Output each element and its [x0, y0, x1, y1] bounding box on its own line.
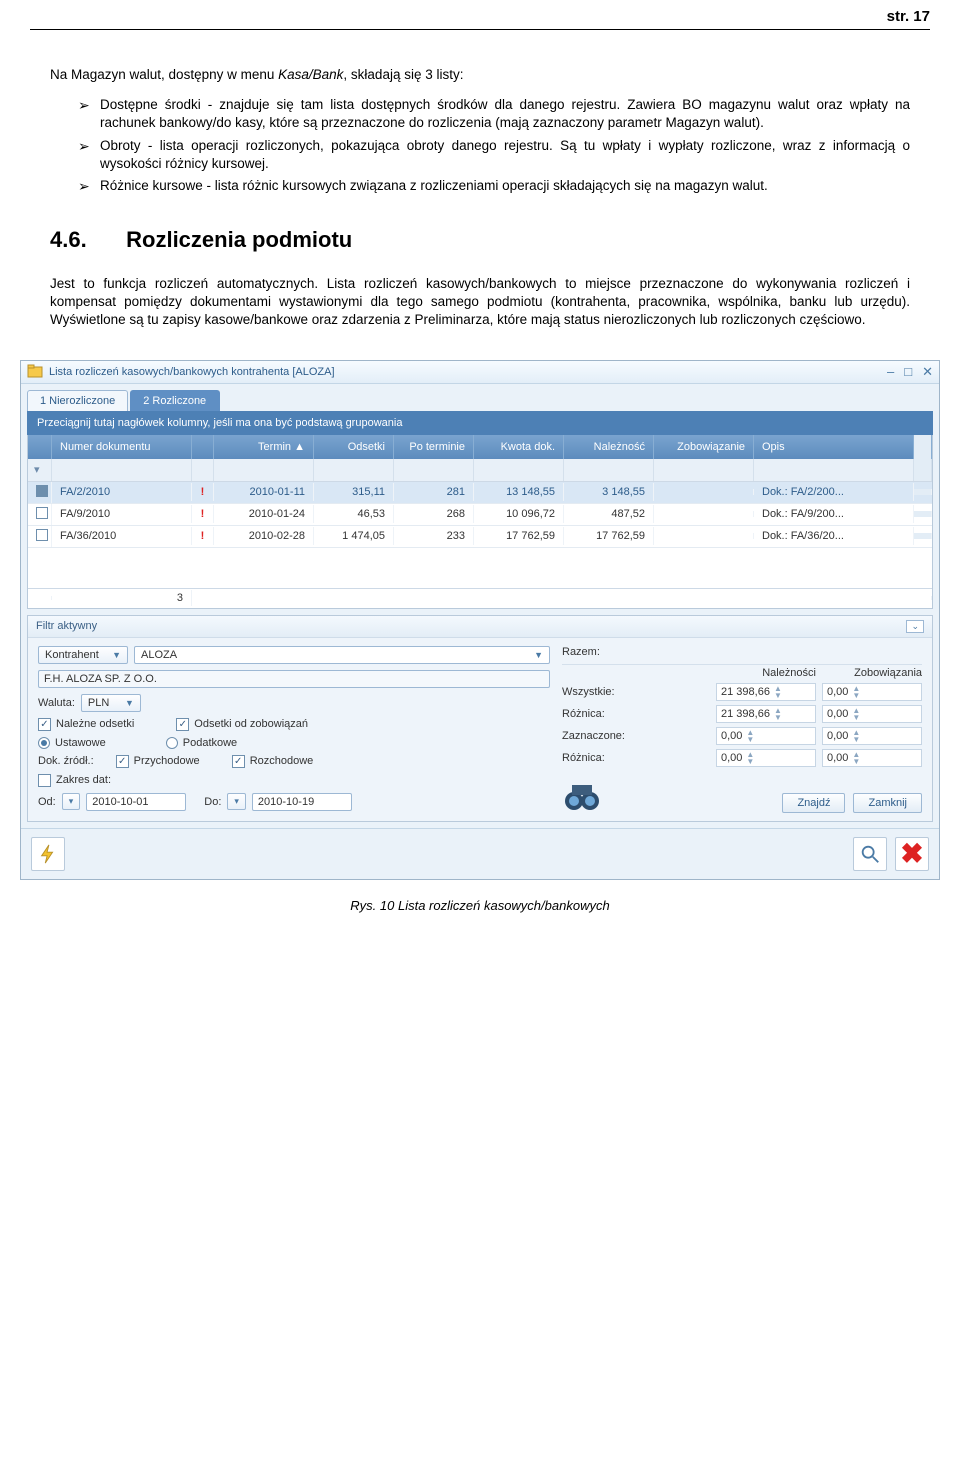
- table-row[interactable]: FA/9/2010 ! 2010-01-24 46,53 268 10 096,…: [28, 504, 932, 526]
- od-date[interactable]: 2010-10-01: [86, 793, 186, 811]
- przychodowe-check[interactable]: ✓Przychodowe: [116, 755, 200, 768]
- roznica1-nal: 21 398,66▲▼: [716, 705, 816, 723]
- do-picker[interactable]: ▾: [227, 793, 246, 810]
- row-checkbox[interactable]: [36, 529, 48, 541]
- zakres-dat-check[interactable]: Zakres dat:: [38, 774, 111, 787]
- col-odsetki[interactable]: Odsetki: [314, 435, 394, 459]
- od-picker[interactable]: ▾: [62, 793, 81, 810]
- kontrahent-combo[interactable]: Kontrahent▼: [38, 646, 128, 664]
- filter-icon[interactable]: ▾: [34, 463, 40, 476]
- section-heading: 4.6. Rozliczenia podmiotu: [50, 225, 910, 255]
- zamknij-button[interactable]: Zamknij: [853, 793, 922, 813]
- znajdz-button[interactable]: Znajdź: [782, 793, 845, 813]
- tab-rozliczone[interactable]: 2 Rozliczone: [130, 390, 220, 411]
- razem-label: Razem:: [562, 646, 600, 658]
- col-termin[interactable]: Termin ▲: [214, 435, 314, 459]
- hdr-zobowiazania: Zobowiązania: [816, 667, 922, 679]
- warning-icon: !: [201, 530, 205, 542]
- filter-kwota[interactable]: [474, 459, 564, 481]
- figure-caption: Rys. 10 Lista rozliczeń kasowych/bankowy…: [0, 898, 960, 913]
- close-button[interactable]: ✖: [895, 837, 929, 871]
- waluta-label: Waluta:: [38, 697, 75, 709]
- filter-nal[interactable]: [564, 459, 654, 481]
- lightning-icon[interactable]: [31, 837, 65, 871]
- zaznaczone-nal: 0,00▲▼: [716, 727, 816, 745]
- col-naleznosc[interactable]: Należność: [564, 435, 654, 459]
- row-checkbox[interactable]: [36, 507, 48, 519]
- page-number: str. 17: [887, 8, 930, 25]
- data-grid: Numer dokumentu Termin ▲ Odsetki Po term…: [27, 435, 933, 609]
- roznica2-nal: 0,00▲▼: [716, 749, 816, 767]
- chevron-down-icon[interactable]: ⌄: [906, 620, 924, 633]
- filter-opis[interactable]: [754, 459, 914, 481]
- ustawowe-radio[interactable]: Ustawowe: [38, 737, 106, 749]
- window-title: Lista rozliczeń kasowych/bankowych kontr…: [49, 366, 887, 378]
- filter-termin[interactable]: [214, 459, 314, 481]
- wszystkie-zob: 0,00▲▼: [822, 683, 922, 701]
- app-icon: [27, 364, 43, 380]
- filter-numer[interactable]: [52, 459, 192, 481]
- bottom-toolbar: ✖: [21, 828, 939, 879]
- kontrahent-value[interactable]: ALOZA▼: [134, 646, 550, 664]
- minimize-icon[interactable]: –: [887, 364, 894, 380]
- page-header: str. 17: [0, 0, 960, 34]
- table-row[interactable]: FA/2/2010 ! 2010-01-11 315,11 281 13 148…: [28, 482, 932, 504]
- nalezne-odsetki-check[interactable]: ✓Należne odsetki: [38, 718, 134, 731]
- grid-sum-row: 3: [28, 588, 932, 608]
- dok-zrodl-label: Dok. źródł.:: [38, 755, 94, 767]
- col-checkbox[interactable]: [28, 435, 52, 459]
- do-date[interactable]: 2010-10-19: [252, 793, 352, 811]
- kontrahent-name: F.H. ALOZA SP. Z O.O.: [38, 670, 550, 688]
- body-paragraph: Jest to funkcja rozliczeń automatycznych…: [50, 275, 910, 330]
- section-number: 4.6.: [50, 225, 120, 255]
- bullet-list: Dostępne środki - znajduje się tam lista…: [78, 96, 910, 195]
- filter-panel-header[interactable]: Filtr aktywny ⌄: [28, 616, 932, 638]
- do-label: Do:: [204, 796, 221, 808]
- tab-nierozliczone[interactable]: 1 Nierozliczone: [27, 390, 128, 411]
- row-checkbox[interactable]: [36, 485, 48, 497]
- group-by-bar[interactable]: Przeciągnij tutaj nagłówek kolumny, jeśl…: [27, 411, 933, 435]
- filter-zob[interactable]: [654, 459, 754, 481]
- odsetki-zob-check[interactable]: ✓Odsetki od zobowiązań: [176, 718, 308, 731]
- tabs-row: 1 Nierozliczone 2 Rozliczone: [21, 384, 939, 411]
- bullet-item: Obroty - lista operacji rozliczonych, po…: [78, 137, 910, 173]
- roznica1-zob: 0,00▲▼: [822, 705, 922, 723]
- col-kwota[interactable]: Kwota dok.: [474, 435, 564, 459]
- filter-panel: Filtr aktywny ⌄ Kontrahent▼ ALOZA▼ F.H. …: [27, 615, 933, 822]
- waluta-combo[interactable]: PLN▼: [81, 694, 141, 712]
- table-row[interactable]: FA/36/2010 ! 2010-02-28 1 474,05 233 17 …: [28, 526, 932, 548]
- bullet-item: Dostępne środki - znajduje się tam lista…: [78, 96, 910, 132]
- rozchodowe-check[interactable]: ✓Rozchodowe: [232, 755, 314, 768]
- titlebar: Lista rozliczeń kasowych/bankowych kontr…: [21, 361, 939, 384]
- warning-icon: !: [201, 508, 205, 520]
- app-window: Lista rozliczeń kasowych/bankowych kontr…: [20, 360, 940, 880]
- bullet-item: Różnice kursowe - lista różnic kursowych…: [78, 177, 910, 195]
- summary-grid: Należności Zobowiązania Wszystkie: 21 39…: [562, 664, 922, 769]
- podatkowe-radio[interactable]: Podatkowe: [166, 737, 237, 749]
- maximize-icon[interactable]: □: [904, 364, 912, 380]
- roznica2-zob: 0,00▲▼: [822, 749, 922, 767]
- grid-filter-row: ▾: [28, 459, 932, 482]
- wszystkie-nal: 21 398,66▲▼: [716, 683, 816, 701]
- od-label: Od:: [38, 796, 56, 808]
- grid-header: Numer dokumentu Termin ▲ Odsetki Po term…: [28, 435, 932, 459]
- filter-poterminie[interactable]: [394, 459, 474, 481]
- warning-icon: !: [201, 486, 205, 498]
- intro-paragraph: Na Magazyn walut, dostępny w menu Kasa/B…: [50, 66, 910, 84]
- document-body: Na Magazyn walut, dostępny w menu Kasa/B…: [0, 34, 960, 330]
- col-opis[interactable]: Opis: [754, 435, 914, 459]
- col-numer[interactable]: Numer dokumentu: [52, 435, 192, 459]
- col-flag[interactable]: [192, 435, 214, 459]
- magnifier-icon[interactable]: [853, 837, 887, 871]
- zaznaczone-zob: 0,00▲▼: [822, 727, 922, 745]
- binoculars-icon[interactable]: [562, 777, 602, 817]
- close-icon[interactable]: ✕: [922, 364, 933, 380]
- section-title: Rozliczenia podmiotu: [126, 227, 352, 252]
- hdr-naleznosci: Należności: [716, 667, 816, 679]
- col-zobowiazanie[interactable]: Zobowiązanie: [654, 435, 754, 459]
- filter-odsetki[interactable]: [314, 459, 394, 481]
- col-poterminie[interactable]: Po terminie: [394, 435, 474, 459]
- col-scrollbar: [914, 435, 932, 459]
